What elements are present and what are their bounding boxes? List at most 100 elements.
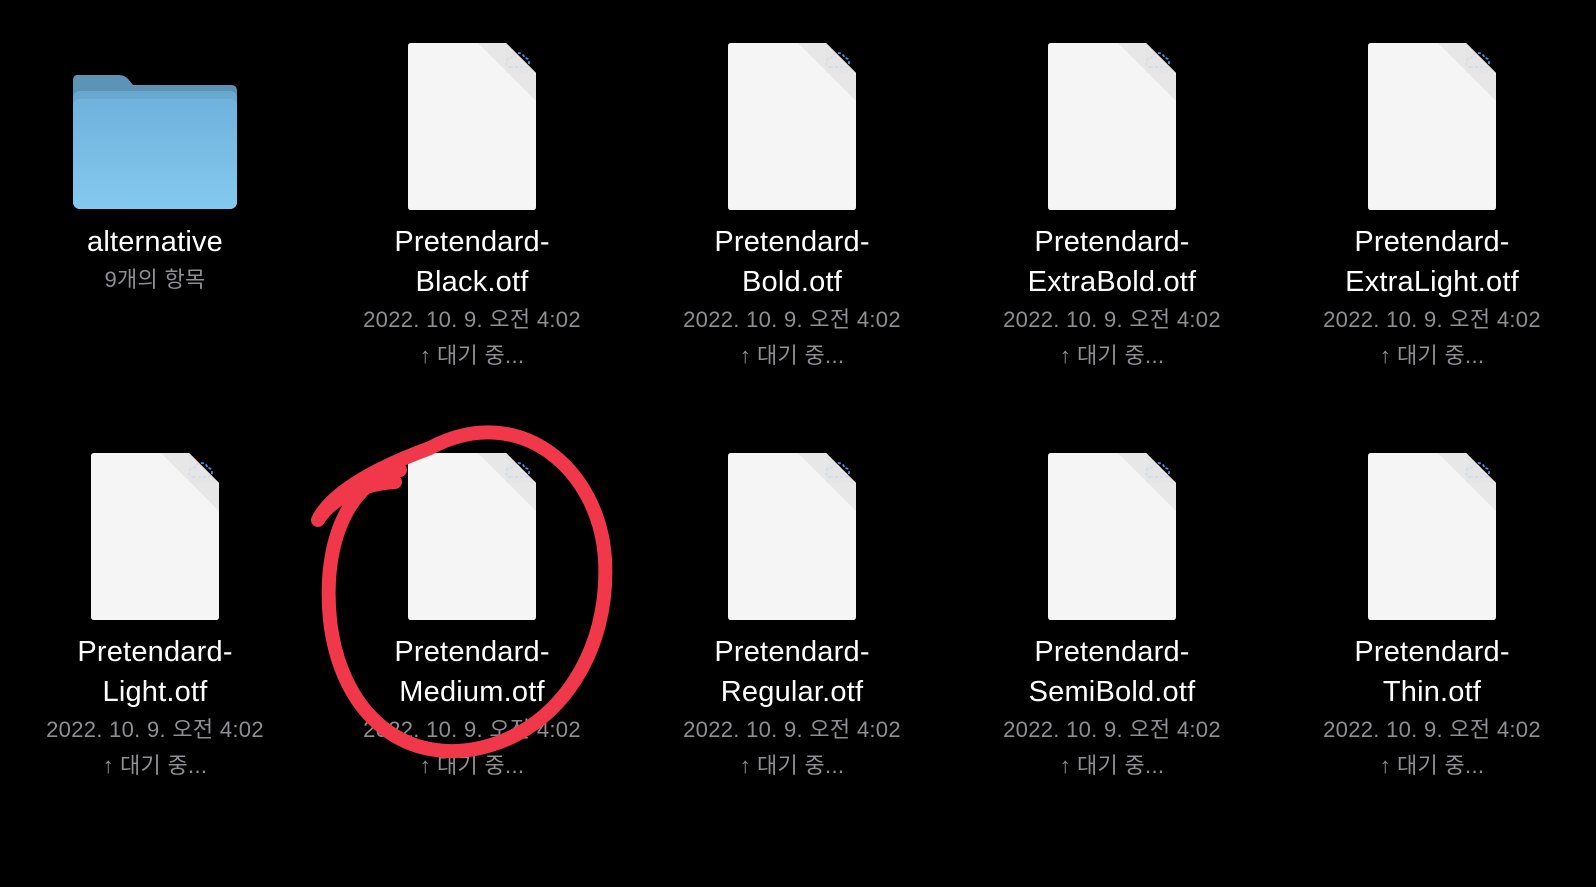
document-icon — [408, 453, 536, 620]
upload-arrow-icon: ↑ — [1059, 343, 1072, 368]
upload-status: ↑ 대기 중... — [420, 748, 525, 784]
file-grid: alternative 9개의 항목 Pretendard- Black.otf 2… — [0, 0, 1596, 887]
document-icon — [728, 43, 856, 210]
file-name: Pretendard- SemiBold.otf — [1029, 632, 1196, 712]
file-name-line1: Pretendard- — [1034, 226, 1190, 258]
file-name-line1: Pretendard- — [77, 636, 233, 668]
file-name: Pretendard- ExtraLight.otf — [1345, 222, 1519, 302]
file-modified-date: 2022. 10. 9. 오전 4:02 — [363, 307, 581, 332]
upload-arrow-icon: ↑ — [739, 343, 752, 368]
file-thumbnail — [962, 450, 1262, 620]
document-icon — [1048, 453, 1176, 620]
document-icon — [91, 453, 219, 620]
file-name-line1: Pretendard- — [1354, 636, 1510, 668]
upload-status: ↑ 대기 중... — [420, 338, 525, 374]
document-icon — [1048, 43, 1176, 210]
upload-status-text: 대기 중... — [757, 753, 845, 778]
upload-status: ↑ 대기 중... — [740, 338, 845, 374]
folder-icon — [71, 75, 239, 209]
file-name-line1: Pretendard- — [714, 226, 870, 258]
icloud-pending-icon — [1464, 461, 1490, 479]
upload-arrow-icon: ↑ — [419, 343, 432, 368]
file-item[interactable]: Pretendard- Bold.otf 2022. 10. 9. 오전 4:02 ↑… — [642, 40, 942, 374]
file-item[interactable]: Pretendard- ExtraBold.otf 2022. 10. 9. 오전 … — [962, 40, 1262, 374]
file-item[interactable]: Pretendard- Black.otf 2022. 10. 9. 오전 4:02… — [322, 40, 622, 374]
file-item[interactable]: Pretendard- SemiBold.otf 2022. 10. 9. 오전 4… — [962, 450, 1262, 784]
icloud-pending-icon — [504, 51, 530, 69]
file-item[interactable]: Pretendard- Light.otf 2022. 10. 9. 오전 4:02… — [5, 450, 305, 784]
file-thumbnail — [322, 40, 622, 210]
file-modified-date: 2022. 10. 9. 오전 4:02 — [1323, 717, 1541, 742]
file-name-line2: Regular.otf — [720, 676, 864, 708]
upload-status: ↑ 대기 중... — [103, 748, 208, 784]
upload-status-text: 대기 중... — [1397, 753, 1485, 778]
file-modified-date: 2022. 10. 9. 오전 4:02 — [683, 307, 901, 332]
file-name: Pretendard- Black.otf — [394, 222, 549, 302]
file-modified-date: 2022. 10. 9. 오전 4:02 — [1003, 717, 1221, 742]
file-name: Pretendard- ExtraBold.otf — [1028, 222, 1197, 302]
icloud-pending-icon — [187, 461, 213, 479]
file-modified-date: 2022. 10. 9. 오전 4:02 — [1003, 307, 1221, 332]
file-name-line1: Pretendard- — [394, 226, 550, 258]
file-modified-date: 2022. 10. 9. 오전 4:02 — [363, 717, 581, 742]
file-name-line1: Pretendard- — [714, 636, 870, 668]
folder-thumbnail — [5, 40, 305, 210]
document-icon — [1368, 43, 1496, 210]
document-icon — [408, 43, 536, 210]
file-name-line2: SemiBold.otf — [1028, 676, 1196, 708]
file-name-line1: Pretendard- — [1034, 636, 1190, 668]
upload-status: ↑ 대기 중... — [1380, 748, 1485, 784]
file-modified-date: 2022. 10. 9. 오전 4:02 — [683, 717, 901, 742]
file-name-line2: ExtraBold.otf — [1027, 266, 1197, 298]
file-name-line2: Black.otf — [415, 266, 529, 298]
upload-status: ↑ 대기 중... — [1060, 748, 1165, 784]
icloud-pending-icon — [504, 461, 530, 479]
file-item[interactable]: Pretendard- ExtraLight.otf 2022. 10. 9. 오전… — [1282, 40, 1582, 374]
file-modified-date: 2022. 10. 9. 오전 4:02 — [1323, 307, 1541, 332]
icloud-pending-icon — [1464, 51, 1490, 69]
upload-arrow-icon: ↑ — [1059, 753, 1072, 778]
file-thumbnail — [1282, 450, 1582, 620]
file-name: Pretendard- Bold.otf — [714, 222, 869, 302]
folder-item-alternative[interactable]: alternative 9개의 항목 — [5, 40, 305, 298]
file-thumbnail — [642, 450, 942, 620]
icloud-pending-icon — [824, 461, 850, 479]
file-thumbnail — [642, 40, 942, 210]
file-modified-date: 2022. 10. 9. 오전 4:02 — [46, 717, 264, 742]
folder-item-count: 9개의 항목 — [104, 267, 206, 292]
icloud-pending-icon — [824, 51, 850, 69]
upload-status-text: 대기 중... — [1077, 343, 1165, 368]
upload-status-text: 대기 중... — [120, 753, 208, 778]
upload-status: ↑ 대기 중... — [1380, 338, 1485, 374]
file-name-line1: Pretendard- — [394, 636, 550, 668]
file-name-line2: Bold.otf — [742, 266, 842, 298]
upload-status-text: 대기 중... — [1397, 343, 1485, 368]
upload-status: ↑ 대기 중... — [1060, 338, 1165, 374]
file-name: alternative — [87, 226, 223, 258]
file-thumbnail — [1282, 40, 1582, 210]
document-icon — [1368, 453, 1496, 620]
file-item[interactable]: Pretendard- Thin.otf 2022. 10. 9. 오전 4:02 ↑… — [1282, 450, 1582, 784]
upload-arrow-icon: ↑ — [739, 753, 752, 778]
file-item[interactable]: Pretendard- Medium.otf 2022. 10. 9. 오전 4:0… — [322, 450, 622, 784]
upload-status-text: 대기 중... — [757, 343, 845, 368]
file-name-line2: ExtraLight.otf — [1345, 266, 1519, 298]
file-name: Pretendard- Medium.otf — [394, 632, 549, 712]
file-name-line2: Light.otf — [102, 676, 208, 708]
file-item[interactable]: Pretendard- Regular.otf 2022. 10. 9. 오전 4:… — [642, 450, 942, 784]
file-name: Pretendard- Light.otf — [77, 632, 232, 712]
upload-arrow-icon: ↑ — [102, 753, 115, 778]
upload-status: ↑ 대기 중... — [740, 748, 845, 784]
file-name-line2: Thin.otf — [1382, 676, 1482, 708]
file-name-line1: Pretendard- — [1354, 226, 1510, 258]
document-icon — [728, 453, 856, 620]
file-thumbnail — [322, 450, 622, 620]
upload-status-text: 대기 중... — [437, 343, 525, 368]
file-name: Pretendard- Thin.otf — [1354, 632, 1509, 712]
icloud-pending-icon — [1144, 461, 1170, 479]
icloud-pending-icon — [1144, 51, 1170, 69]
upload-status-text: 대기 중... — [437, 753, 525, 778]
file-thumbnail — [5, 450, 305, 620]
upload-arrow-icon: ↑ — [419, 753, 432, 778]
upload-arrow-icon: ↑ — [1379, 753, 1392, 778]
